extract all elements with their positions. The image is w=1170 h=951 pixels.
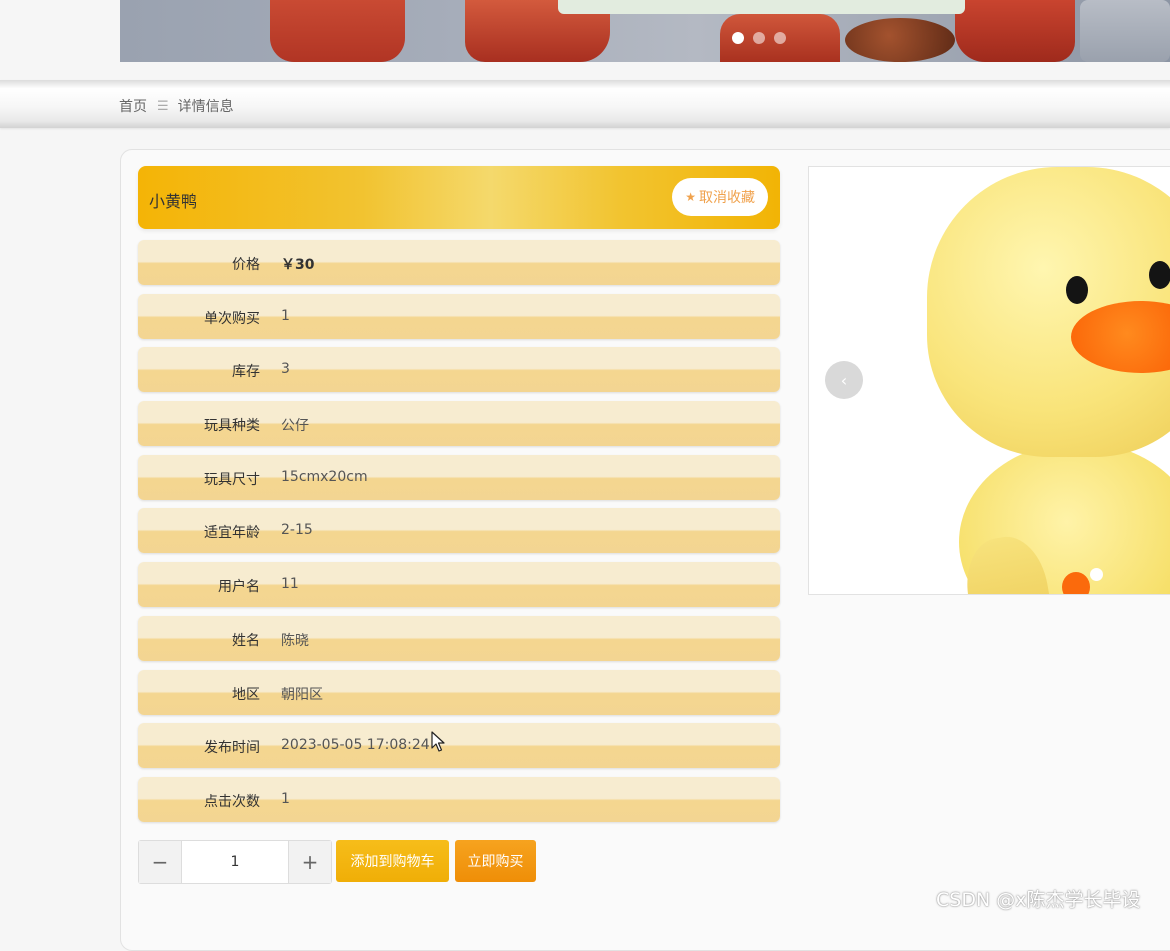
breadcrumb-bar: 首页 ☰ 详情信息 bbox=[0, 80, 1170, 128]
banner-dot[interactable] bbox=[732, 32, 744, 44]
unfavorite-button[interactable]: ★ 取消收藏 bbox=[672, 178, 768, 216]
info-value: 朝阳区 bbox=[281, 686, 323, 703]
quantity-stepper: − + bbox=[138, 840, 332, 884]
info-value: 2-15 bbox=[281, 522, 313, 539]
info-label: 发布时间 bbox=[204, 740, 260, 757]
info-value: 15cmx20cm bbox=[281, 468, 368, 485]
carousel-prev-icon[interactable]: ‹ bbox=[825, 361, 863, 399]
buy-now-button[interactable]: 立即购买 bbox=[455, 840, 536, 882]
unfavorite-label: 取消收藏 bbox=[699, 190, 755, 206]
info-value: ￥30 bbox=[281, 257, 315, 273]
banner-figure bbox=[1080, 0, 1170, 62]
carousel-dot[interactable] bbox=[1090, 568, 1103, 581]
increase-button[interactable]: + bbox=[288, 841, 331, 883]
info-value: 陈晓 bbox=[281, 632, 309, 649]
mouse-cursor-icon bbox=[431, 731, 445, 752]
banner-indicators bbox=[732, 32, 786, 44]
info-value: 11 bbox=[281, 576, 299, 593]
info-row-price: 价格 ￥30 bbox=[138, 240, 780, 285]
breadcrumb-separator-icon: ☰ bbox=[157, 98, 169, 114]
banner-figure bbox=[955, 0, 1075, 62]
breadcrumb-current: 详情信息 bbox=[177, 99, 234, 115]
info-row-publish-time: 发布时间 2023-05-05 17:08:24 bbox=[138, 723, 780, 769]
info-label: 用户名 bbox=[218, 579, 260, 596]
info-row-single-purchase: 单次购买 1 bbox=[138, 293, 780, 339]
info-value: 2023-05-05 17:08:24 bbox=[281, 737, 430, 754]
banner-caption-card bbox=[558, 0, 965, 14]
info-label: 价格 bbox=[232, 257, 260, 273]
info-label: 单次购买 bbox=[204, 310, 260, 327]
banner-figure bbox=[270, 0, 405, 62]
info-row-region: 地区 朝阳区 bbox=[138, 669, 780, 715]
breadcrumb-home-link[interactable]: 首页 bbox=[119, 96, 147, 116]
info-label: 库存 bbox=[232, 364, 260, 381]
info-label: 姓名 bbox=[232, 632, 260, 649]
info-label: 地区 bbox=[232, 686, 260, 703]
top-banner[interactable] bbox=[120, 0, 1170, 62]
product-name: 小黄鸭 bbox=[149, 192, 198, 211]
add-to-cart-button[interactable]: 添加到购物车 bbox=[336, 840, 449, 882]
breadcrumb: 首页 ☰ 详情信息 bbox=[119, 96, 234, 116]
info-value: 公仔 bbox=[281, 418, 309, 435]
duck-eye bbox=[1066, 276, 1088, 304]
star-icon: ★ bbox=[685, 190, 696, 204]
info-row-age: 适宜年龄 2-15 bbox=[138, 508, 780, 554]
duck-foot bbox=[1062, 572, 1090, 594]
info-row-toy-size: 玩具尺寸 15cmx20cm bbox=[138, 454, 780, 500]
info-label: 玩具种类 bbox=[204, 418, 260, 435]
info-row-name: 姓名 陈晓 bbox=[138, 615, 780, 661]
banner-dot[interactable] bbox=[774, 32, 786, 44]
watermark: CSDN @x陈杰学长毕设 bbox=[936, 889, 1141, 911]
duck-eye bbox=[1149, 261, 1170, 289]
info-row-username: 用户名 11 bbox=[138, 562, 780, 608]
banner-basketball bbox=[845, 18, 955, 62]
quantity-input[interactable] bbox=[182, 841, 288, 883]
info-label: 适宜年龄 bbox=[204, 525, 260, 542]
info-value: 3 bbox=[281, 361, 290, 378]
decrease-button[interactable]: − bbox=[139, 841, 182, 883]
info-value: 1 bbox=[281, 790, 290, 807]
info-row-stock: 库存 3 bbox=[138, 347, 780, 393]
product-info-list: 价格 ￥30 单次购买 1 库存 3 玩具种类 公仔 玩具尺寸 15cmx20c… bbox=[138, 240, 780, 831]
info-label: 玩具尺寸 bbox=[204, 471, 260, 488]
info-row-click-count: 点击次数 1 bbox=[138, 776, 780, 822]
info-row-toy-type: 玩具种类 公仔 bbox=[138, 401, 780, 447]
banner-dot[interactable] bbox=[753, 32, 765, 44]
info-label: 点击次数 bbox=[204, 793, 260, 810]
product-title-bar: 小黄鸭 ★ 取消收藏 bbox=[138, 166, 780, 229]
info-value: 1 bbox=[281, 307, 290, 324]
